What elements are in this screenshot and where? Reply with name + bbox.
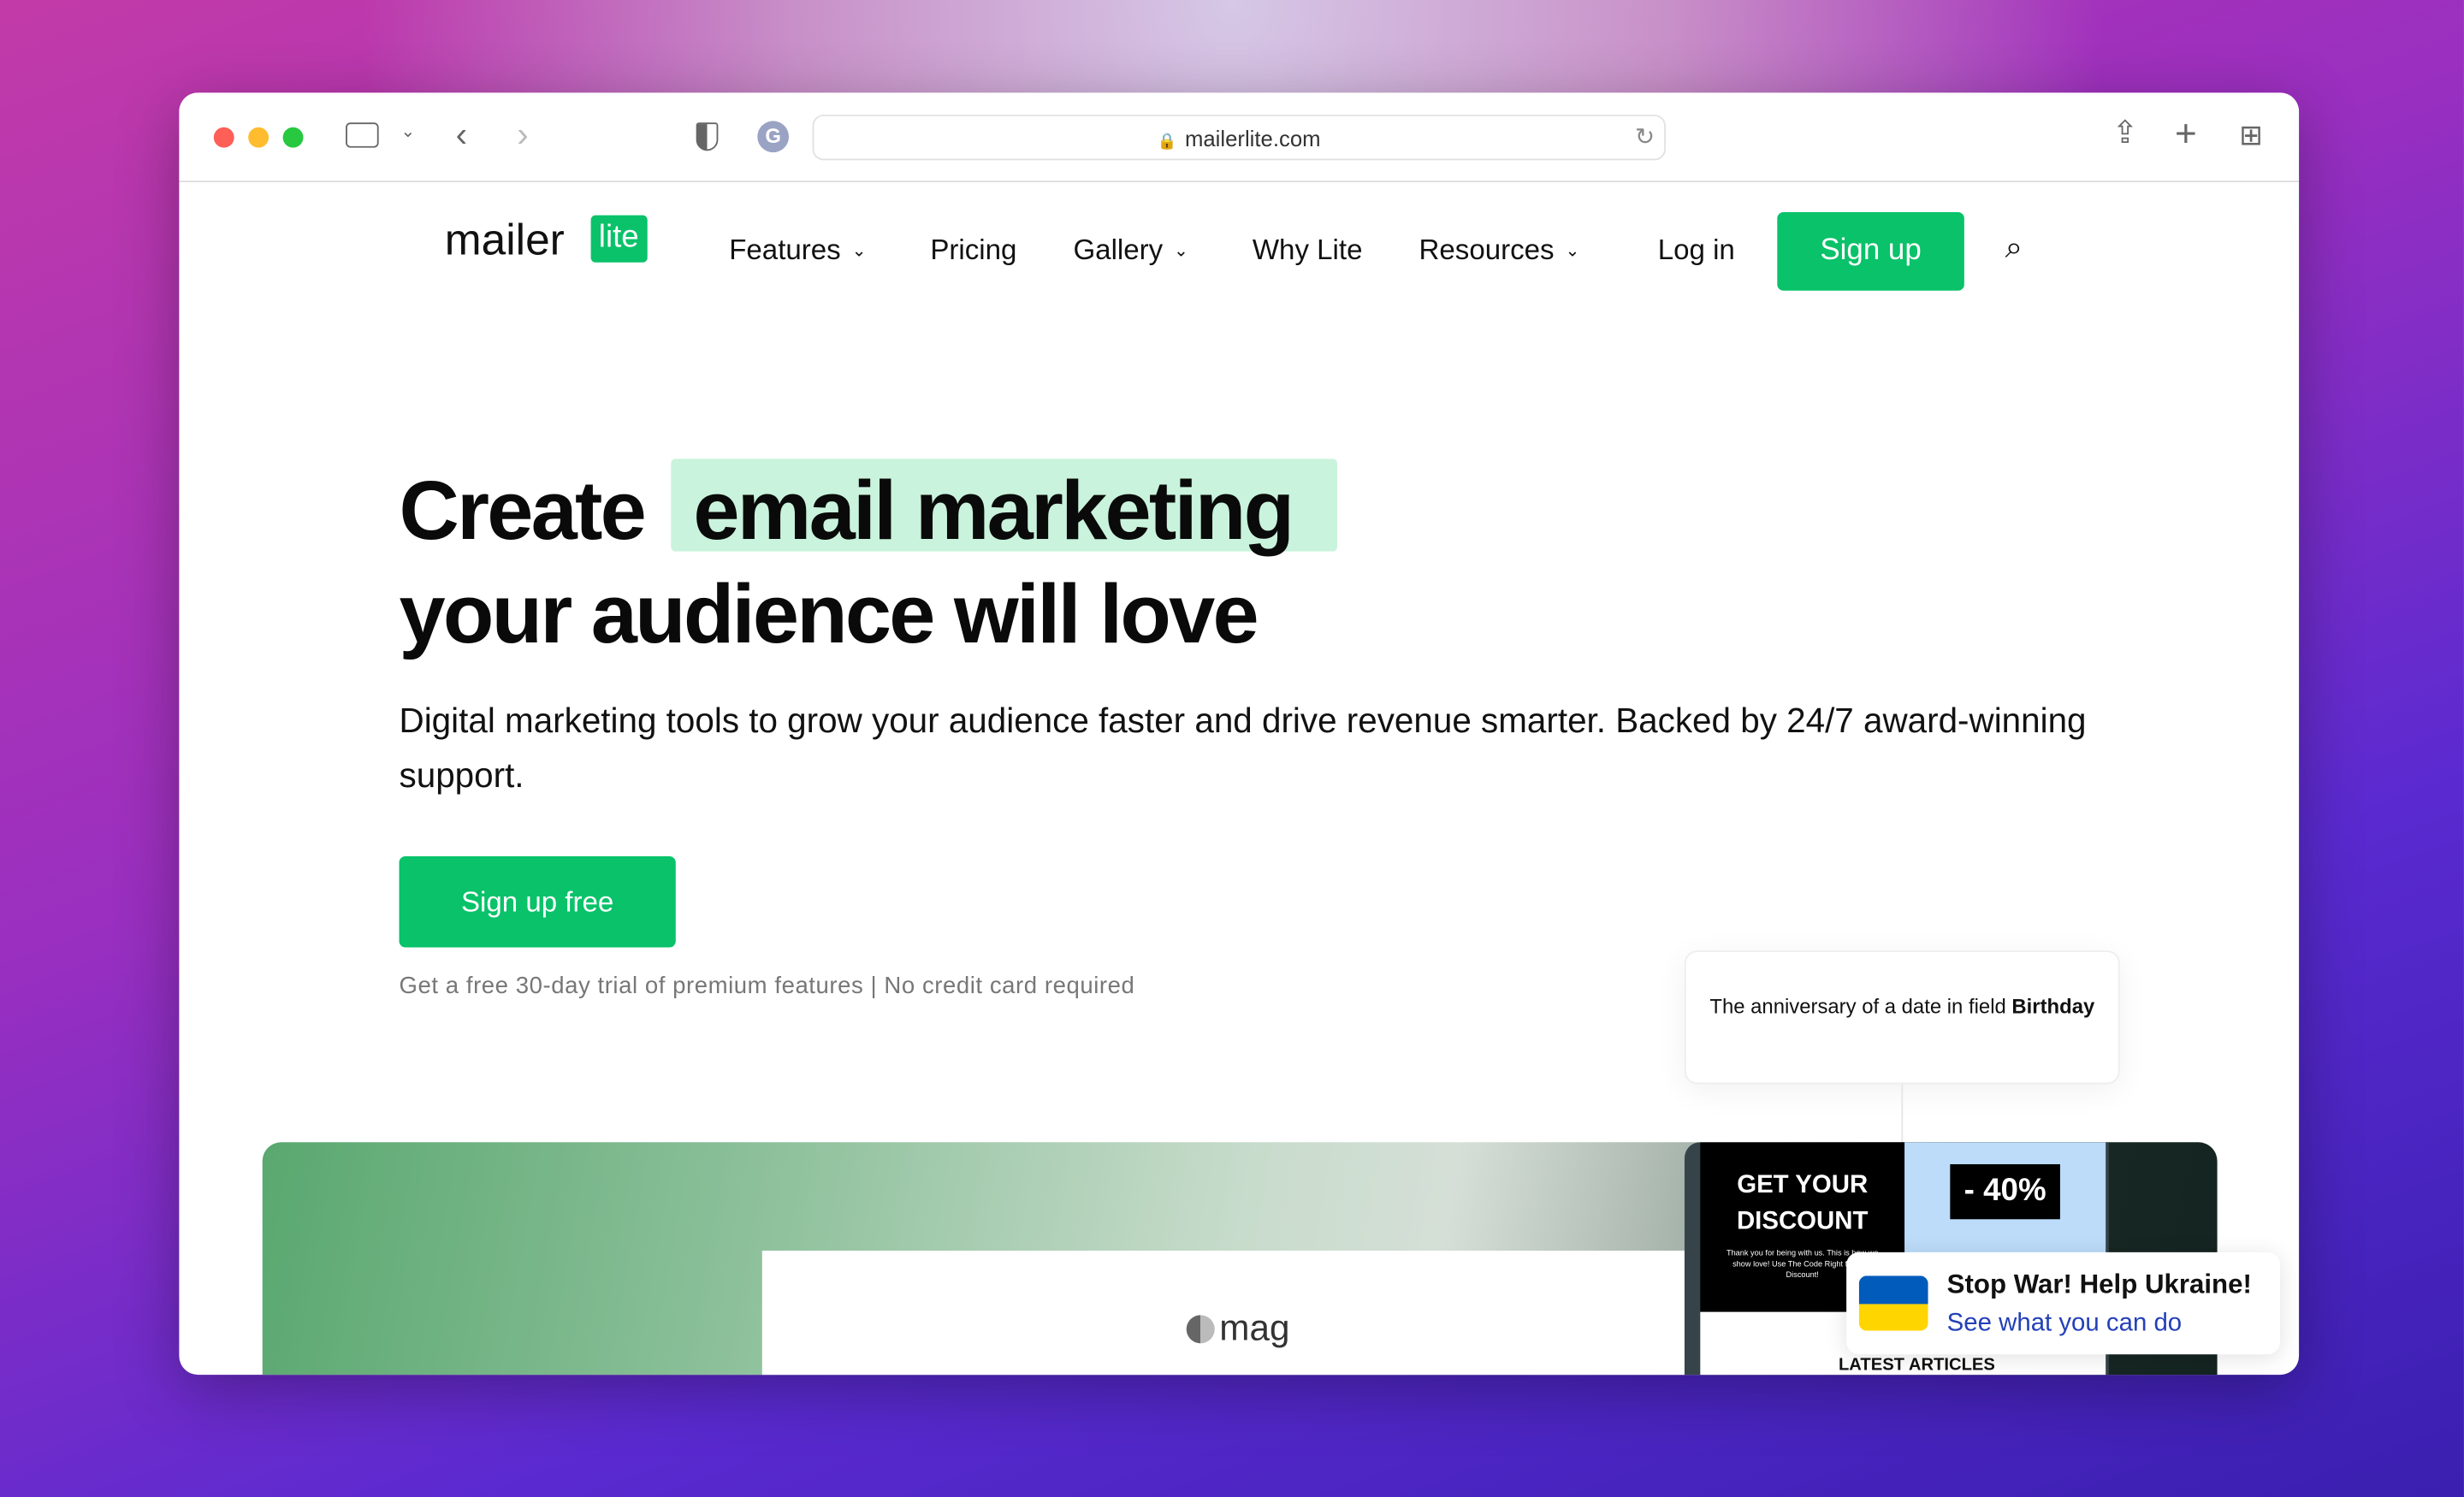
email-heading: DISCOUNT <box>1736 1208 1869 1235</box>
banner-title: Stop War! Help Ukraine! <box>1946 1269 2252 1299</box>
nav-label: Features <box>729 234 841 266</box>
back-icon[interactable]: ‹ <box>456 117 467 152</box>
new-tab-icon[interactable]: + <box>2175 115 2197 154</box>
hero-title-line1: Create email marketing <box>399 464 1295 559</box>
trial-note: Get a free 30-day trial of premium featu… <box>399 972 1135 1000</box>
mag-logo: mag <box>1186 1307 1289 1350</box>
grammarly-icon[interactable]: G <box>757 121 790 153</box>
minimize-window-button[interactable] <box>248 127 270 148</box>
ukraine-banner[interactable]: Stop War! Help Ukraine! See what you can… <box>1846 1251 2281 1355</box>
discount-badge: - 40% <box>1950 1163 2060 1220</box>
tab-overview-icon[interactable]: ⊞ <box>2239 121 2263 149</box>
url-text: mailerlite.com <box>1184 125 1321 151</box>
ukraine-flag-icon <box>1858 1275 1928 1331</box>
chevron-down-icon[interactable]: ⌄ <box>400 123 415 141</box>
sidebar-icon[interactable] <box>346 122 379 148</box>
nav-gallery[interactable]: Gallery ⌄ <box>1073 234 1188 268</box>
chevron-down-icon: ⌄ <box>1565 241 1580 261</box>
shield-icon[interactable] <box>696 122 719 151</box>
card-field: Birthday <box>2011 994 2095 1019</box>
address-bar[interactable]: 🔒 mailerlite.com ↻ <box>812 115 1666 161</box>
lock-icon: 🔒 <box>1157 133 1177 151</box>
title-highlight-text: email marketing <box>693 464 1294 559</box>
chevron-down-icon: ⌄ <box>851 241 867 261</box>
maximize-window-button[interactable] <box>282 127 304 148</box>
reload-icon[interactable]: ↻ <box>1635 116 1655 160</box>
login-link[interactable]: Log in <box>1658 234 1735 268</box>
email-heading: GET YOUR <box>1737 1172 1869 1199</box>
automation-trigger-card: The anniversary of a date in field Birth… <box>1684 950 2120 1085</box>
connector-line <box>1901 1084 1904 1143</box>
search-icon[interactable]: ⌕ <box>2005 231 2023 267</box>
hero-subtitle: Digital marketing tools to grow your aud… <box>399 701 2087 796</box>
main-nav: Features ⌄ Pricing Gallery ⌄ Why Lite Reso… <box>179 212 2299 291</box>
close-window-button[interactable] <box>213 127 234 148</box>
nav-resources[interactable]: Resources ⌄ <box>1419 234 1580 268</box>
signup-free-button[interactable]: Sign up free <box>399 856 676 948</box>
banner-link[interactable]: See what you can do <box>1947 1311 2182 1339</box>
browser-window: ⌄ ‹ › G 🔒 mailerlite.com ↻ ⇪ + ⊞ mailer li… <box>179 92 2300 1376</box>
latest-articles: LATEST ARTICLES <box>1838 1356 1995 1376</box>
forward-icon[interactable]: › <box>517 117 528 152</box>
nav-why-lite[interactable]: Why Lite <box>1253 234 1363 268</box>
title-pre: Create <box>399 464 647 559</box>
share-icon[interactable]: ⇪ <box>2112 118 2139 150</box>
nav-pricing[interactable]: Pricing <box>930 234 1016 268</box>
nav-label: Gallery <box>1073 234 1164 266</box>
card-text: The anniversary of a date in field <box>1709 994 2012 1019</box>
hero-title-line2: your audience will love <box>399 568 1259 662</box>
signup-button[interactable]: Sign up <box>1777 211 1964 291</box>
nav-features[interactable]: Features ⌄ <box>729 234 866 268</box>
chevron-down-icon: ⌄ <box>1174 241 1188 261</box>
nav-label: Resources <box>1419 234 1555 266</box>
preview-panel: mag <box>761 1251 1685 1376</box>
browser-toolbar: ⌄ ‹ › G 🔒 mailerlite.com ↻ ⇪ + ⊞ <box>179 92 2300 183</box>
